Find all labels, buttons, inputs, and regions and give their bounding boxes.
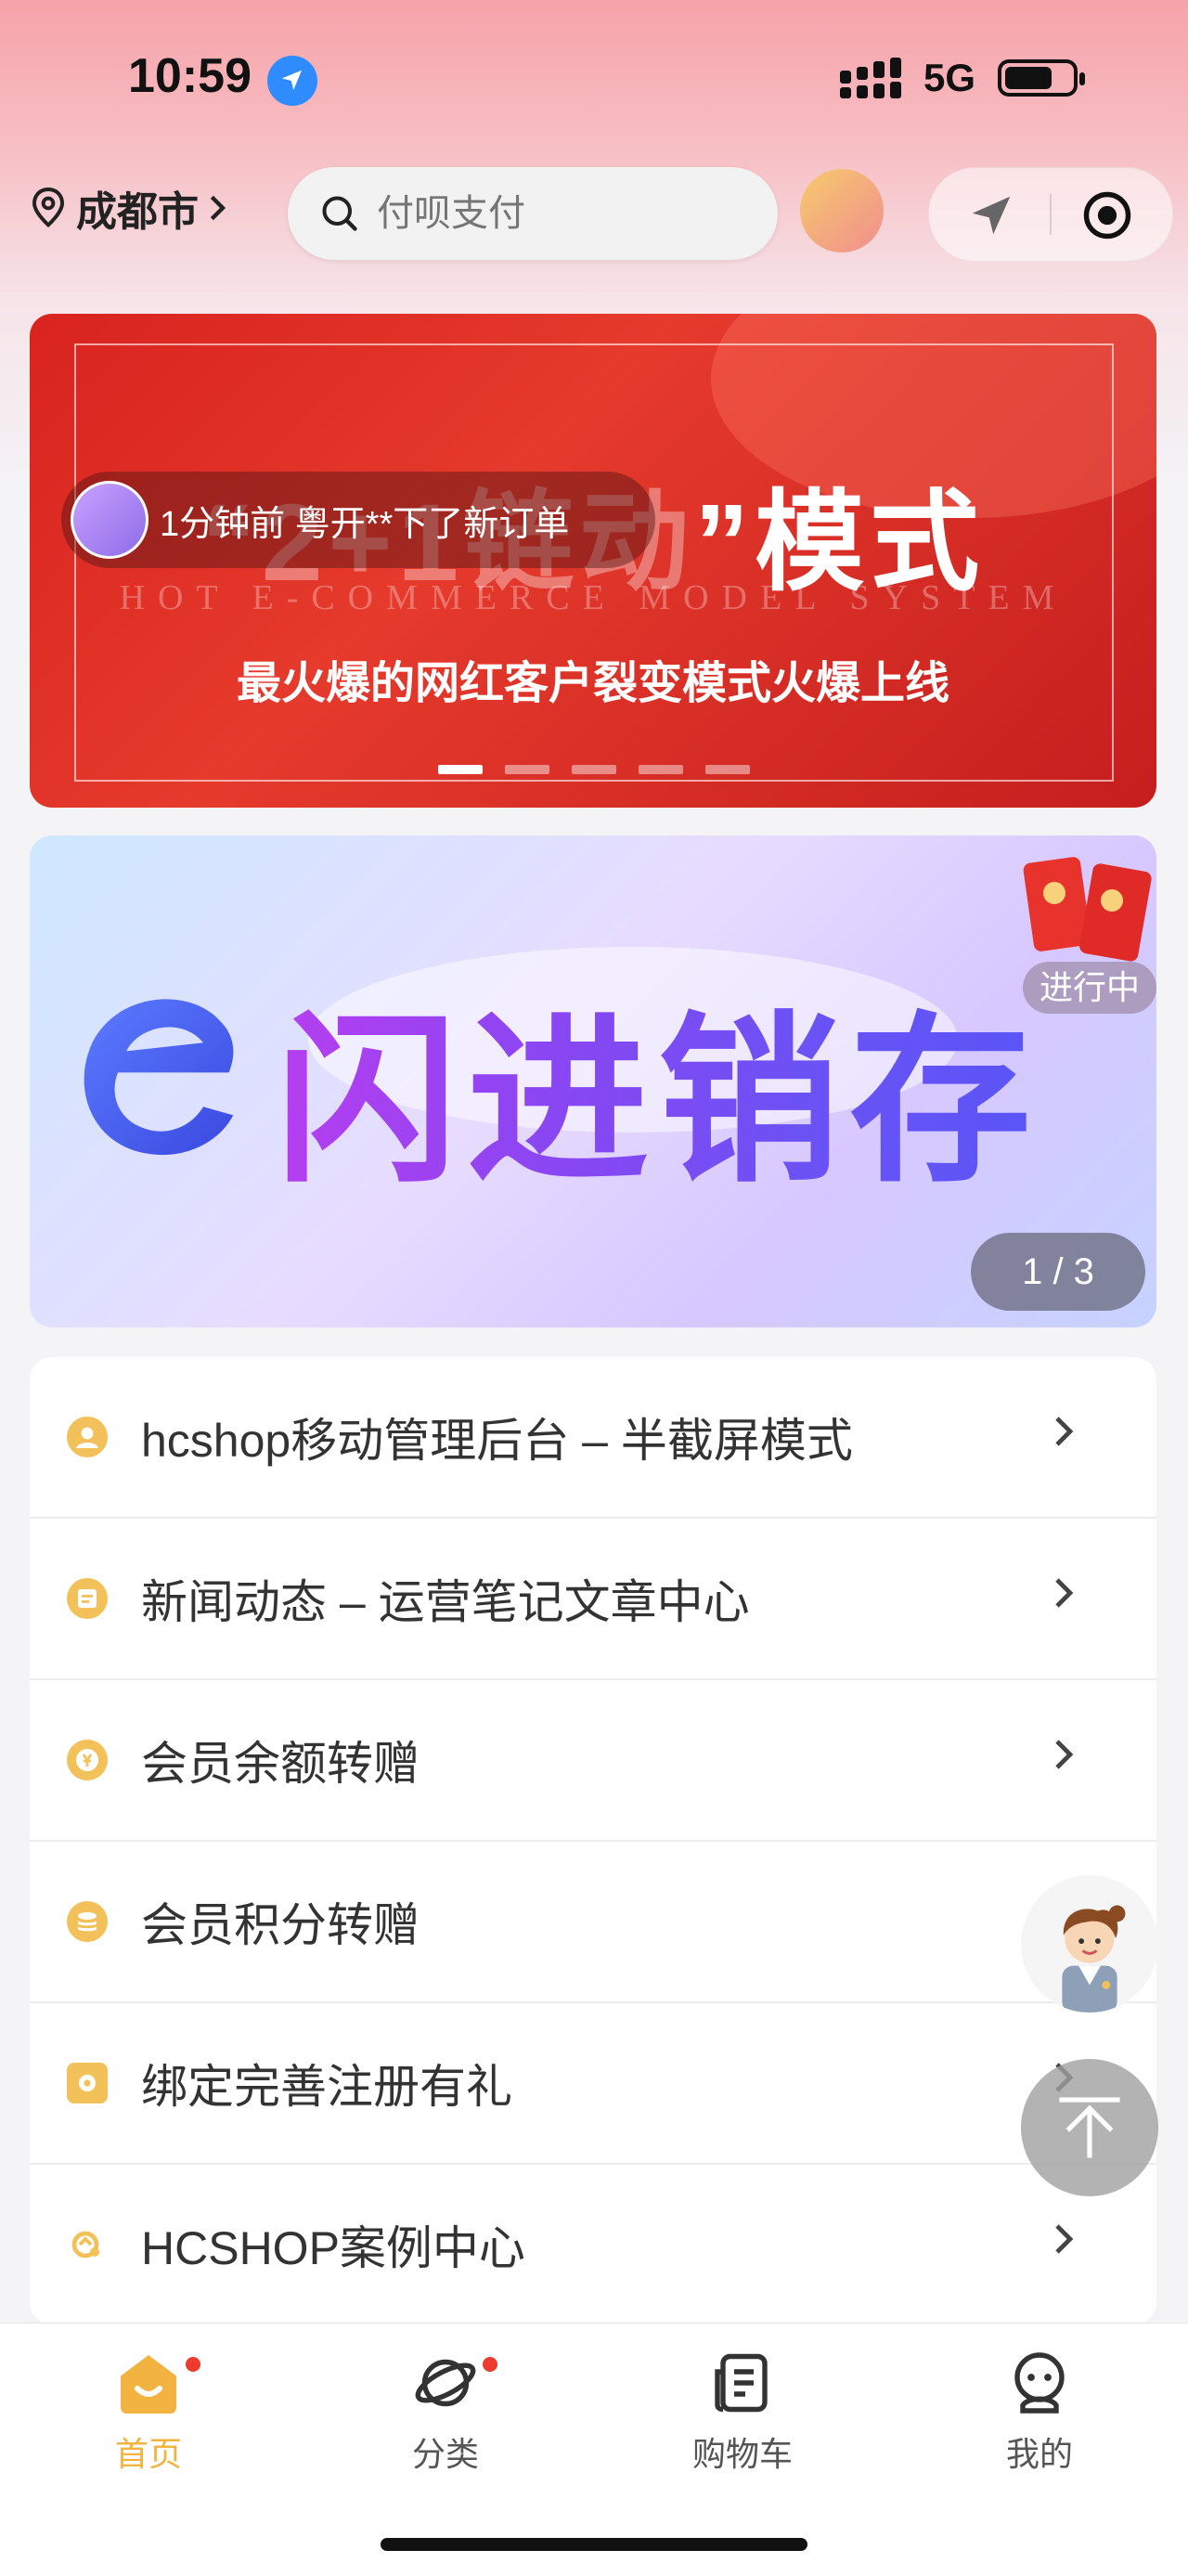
city-name: 成都市 bbox=[76, 189, 199, 235]
tab-label: 首页 bbox=[114, 2435, 182, 2473]
avatar[interactable] bbox=[800, 169, 884, 252]
arrow-up-icon bbox=[1059, 2097, 1120, 2158]
promo-status-badge: 进行中 bbox=[1023, 962, 1157, 1014]
points-stack-icon bbox=[67, 1901, 108, 1942]
ticker-avatar bbox=[71, 481, 148, 559]
menu-item-label: HCSHOP案例中心 bbox=[141, 2222, 525, 2274]
tab-home[interactable]: 首页 bbox=[56, 2349, 241, 2476]
planet-icon bbox=[415, 2359, 476, 2407]
record-target-icon[interactable] bbox=[1082, 190, 1132, 240]
customer-service-button[interactable] bbox=[1021, 1875, 1158, 2013]
menu-item-label: 新闻动态 – 运营笔记文章中心 bbox=[141, 1576, 750, 1628]
back-to-top-button[interactable] bbox=[1021, 2059, 1158, 2196]
menu-item-label: hcshop移动管理后台 – 半截屏模式 bbox=[141, 1415, 853, 1467]
carousel-dot[interactable] bbox=[705, 765, 750, 774]
tab-profile[interactable]: 我的 bbox=[947, 2349, 1132, 2476]
yen-coin-icon bbox=[67, 1740, 108, 1780]
home-indicator bbox=[381, 2538, 807, 2551]
carousel-dot-active[interactable] bbox=[438, 765, 483, 774]
carousel-dot[interactable] bbox=[572, 765, 616, 774]
cellular-signal-icon bbox=[840, 58, 901, 98]
case-icon bbox=[71, 2231, 99, 2259]
user-badge-icon bbox=[67, 1417, 108, 1457]
tab-cart[interactable]: 购物车 bbox=[650, 2349, 835, 2476]
chevron-right-icon bbox=[1055, 2224, 1074, 2254]
menu-item-news[interactable]: 新闻动态 – 运营笔记文章中心 bbox=[30, 1519, 1156, 1680]
status-bar: 10:59 5G bbox=[0, 0, 1188, 139]
carousel-dot[interactable] bbox=[639, 765, 683, 774]
tab-label: 购物车 bbox=[691, 2435, 793, 2473]
city-selector[interactable]: 成都市 bbox=[30, 178, 228, 238]
menu-item-register-gift[interactable]: 绑定完善注册有礼 bbox=[30, 2003, 1156, 2165]
header: 成都市 bbox=[0, 158, 1188, 262]
search-bar[interactable] bbox=[288, 167, 778, 260]
menu-list: hcshop移动管理后台 – 半截屏模式 新闻动态 – 运营笔记文章中心 会员余… bbox=[30, 1357, 1156, 2324]
menu-item-points-transfer[interactable]: 会员积分转赠 bbox=[30, 1842, 1156, 2003]
carousel-dot[interactable] bbox=[505, 765, 549, 774]
cart-list-icon bbox=[715, 2353, 768, 2413]
carousel-indicator bbox=[438, 765, 750, 774]
home-icon bbox=[121, 2355, 176, 2414]
tab-label: 分类 bbox=[411, 2435, 479, 2473]
order-notice-ticker: 1分钟前 粤开**下了新订单 bbox=[61, 472, 655, 568]
tab-label: 我的 bbox=[1005, 2435, 1073, 2473]
banner-english-subtitle: HOT E-COMMERCE MODEL SYSTEM bbox=[119, 578, 1067, 617]
profile-icon bbox=[1014, 2352, 1065, 2414]
miniprogram-capsule bbox=[928, 167, 1173, 262]
menu-item-label: 绑定完善注册有礼 bbox=[141, 2061, 512, 2113]
chevron-right-icon bbox=[1055, 1740, 1074, 1769]
menu-item-admin[interactable]: hcshop移动管理后台 – 半截屏模式 bbox=[30, 1357, 1156, 1519]
menu-item-label: 会员积分转赠 bbox=[141, 1899, 420, 1951]
chevron-right-icon bbox=[1055, 1578, 1074, 1608]
navigation-arrow-icon[interactable] bbox=[966, 190, 1016, 240]
brand-logo-icon bbox=[84, 999, 234, 1156]
banner-subtitle: 最火爆的网红客户裂变模式火爆上线 bbox=[236, 659, 949, 708]
search-icon bbox=[322, 196, 357, 231]
search-input[interactable] bbox=[375, 191, 731, 236]
location-services-icon bbox=[267, 56, 317, 106]
tab-category[interactable]: 分类 bbox=[353, 2349, 538, 2476]
tab-badge-dot bbox=[186, 2357, 200, 2372]
network-type: 5G bbox=[923, 56, 976, 99]
promo-pager: 1 / 3 bbox=[971, 1233, 1145, 1311]
menu-item-label: 会员余额转赠 bbox=[141, 1738, 420, 1790]
gift-icon bbox=[67, 2063, 108, 2104]
chevron-right-icon bbox=[210, 195, 226, 221]
ticker-text: 1分钟前 粤开**下了新订单 bbox=[160, 504, 570, 544]
menu-item-balance-transfer[interactable]: 会员余额转赠 bbox=[30, 1680, 1156, 1842]
menu-item-case-center[interactable]: HCSHOP案例中心 bbox=[30, 2165, 1156, 2324]
red-envelope-icon[interactable] bbox=[993, 854, 1158, 962]
customer-service-avatar-icon bbox=[1062, 1905, 1126, 2013]
battery-icon bbox=[998, 59, 1085, 97]
tab-badge-dot bbox=[483, 2357, 497, 2372]
location-pin-icon bbox=[32, 188, 65, 228]
news-icon bbox=[67, 1578, 108, 1619]
chevron-right-icon bbox=[1055, 1417, 1074, 1446]
status-time: 10:59 bbox=[128, 49, 252, 103]
promo-brand-title: 闪进销存 bbox=[276, 954, 1040, 1217]
